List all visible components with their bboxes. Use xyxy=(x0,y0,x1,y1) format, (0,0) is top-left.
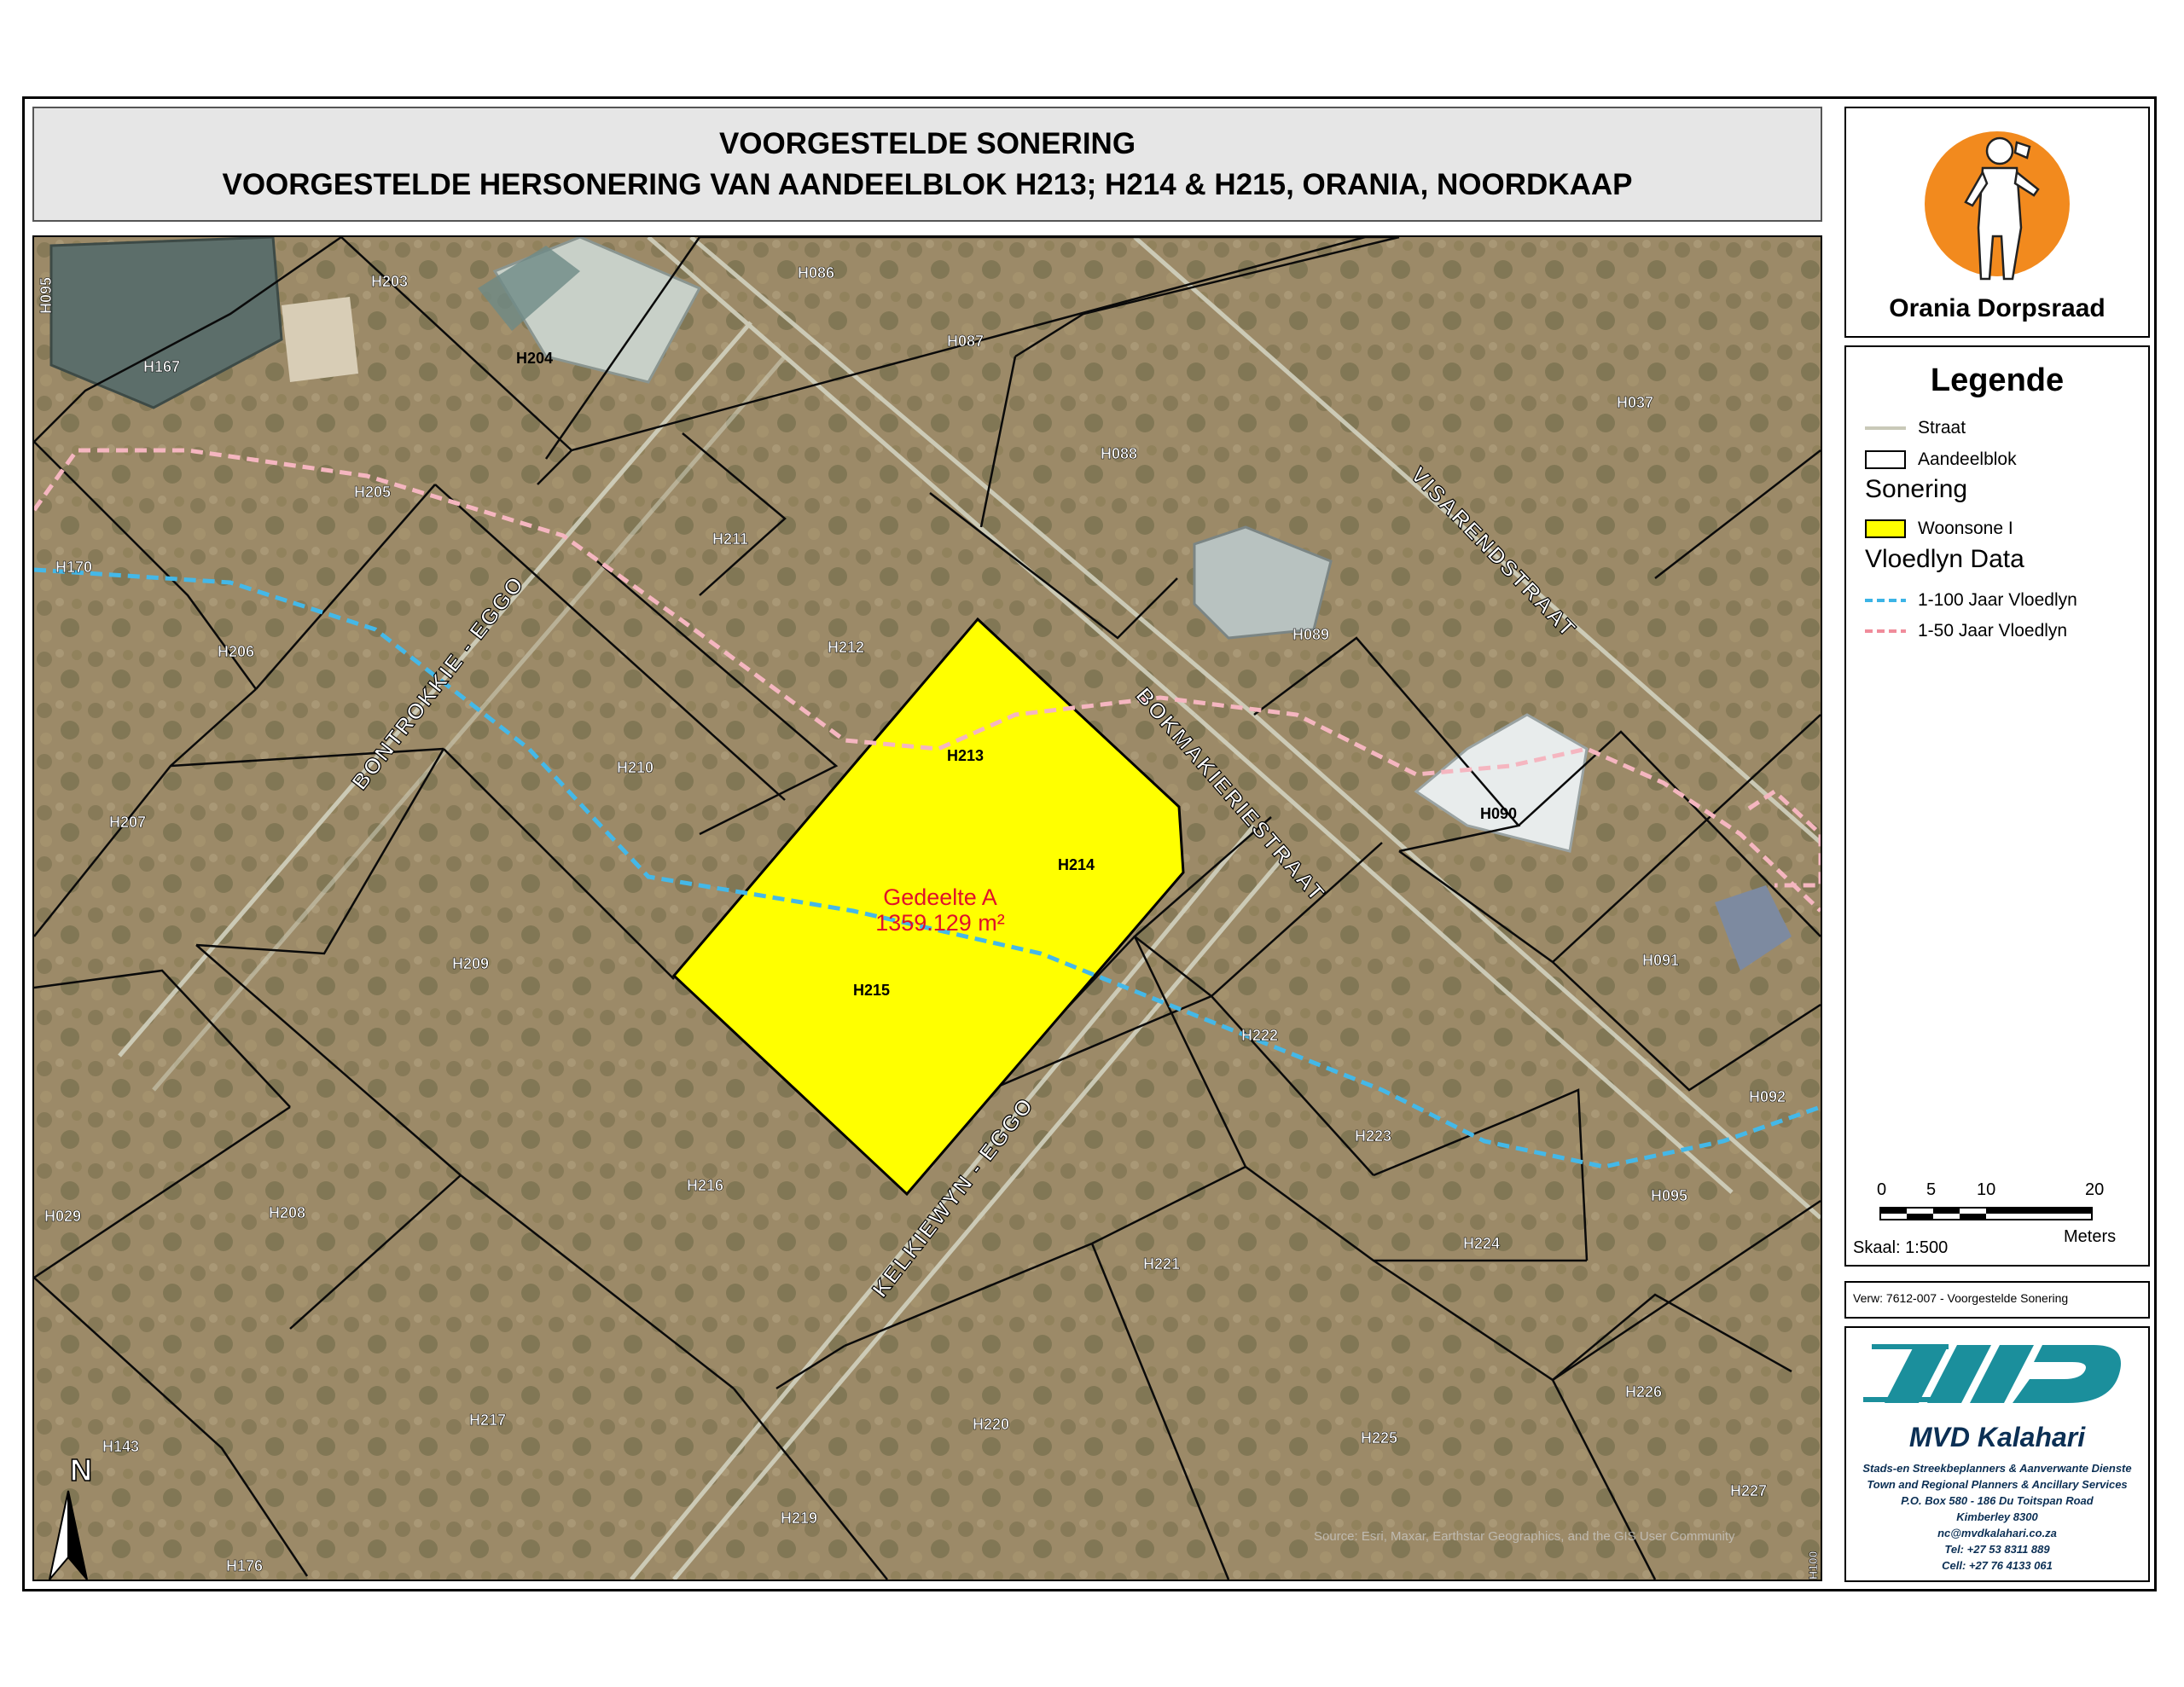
title-box: VOORGESTELDE SONERING VOORGESTELDE HERSO… xyxy=(32,107,1822,222)
company-line: Kimberley 8300 xyxy=(1956,1510,2038,1523)
legend-row-flood-50: 1-50 Jaar Vloedlyn xyxy=(1865,618,2067,644)
company-line: Stads-en Streekbeplanners & Aanverwante … xyxy=(1862,1462,2132,1475)
parcel-label: H206 xyxy=(218,643,254,660)
company-tel: Tel: +27 53 8311 889 xyxy=(1944,1543,2050,1556)
parcel-label: H090 xyxy=(1480,805,1517,822)
legend-flood-100-label: 1-100 Jaar Vloedlyn xyxy=(1918,590,2077,610)
parcel-label: H221 xyxy=(1143,1255,1180,1272)
reference-text: Verw: 7612-007 - Voorgestelde Sonering xyxy=(1853,1291,2069,1305)
parcel-label: H223 xyxy=(1355,1128,1391,1145)
parcel-label: H029 xyxy=(44,1208,81,1225)
scale-tick-5: 5 xyxy=(1926,1180,1937,1199)
parcel-label: H226 xyxy=(1625,1383,1662,1400)
parcel-label: H207 xyxy=(109,814,146,831)
street-swatch xyxy=(1865,419,1906,438)
legend-title: Legende xyxy=(1930,362,2065,398)
orania-logo-caption: Orania Dorpsraad xyxy=(1889,294,2106,322)
parcel-label: H091 xyxy=(1642,952,1679,969)
map-frame[interactable]: H203 H095 H167 H204 H086 H087 H088 H037 … xyxy=(32,235,1822,1581)
parcel-label: H203 xyxy=(371,273,408,290)
parcel-label: H213 xyxy=(947,747,984,764)
parcel-label: H089 xyxy=(1292,626,1329,643)
parcel-label: H088 xyxy=(1101,445,1137,462)
parcel-label: H037 xyxy=(1617,394,1653,411)
zone-swatch xyxy=(1865,519,1906,538)
parcel-label: H209 xyxy=(452,955,489,972)
parcel-label: H217 xyxy=(469,1412,506,1429)
parcel-label: H216 xyxy=(687,1177,723,1194)
north-label: N xyxy=(70,1452,92,1487)
area-value-label: 1359.129 m² xyxy=(875,910,1005,936)
parcel-label: H227 xyxy=(1730,1482,1767,1499)
legend-row-street: Straat xyxy=(1865,415,1966,441)
legend-flood-header: Vloedlyn Data xyxy=(1865,545,2024,573)
legend-row-flood-100: 1-100 Jaar Vloedlyn xyxy=(1865,588,2077,613)
yard-h204 xyxy=(282,297,358,382)
parcel-label: H210 xyxy=(617,759,653,776)
parcel-label: H176 xyxy=(226,1557,263,1574)
parcel-label: H086 xyxy=(798,264,834,281)
mvd-logo-icon xyxy=(1863,1344,2121,1403)
parcel-label: H100 xyxy=(1806,1551,1820,1580)
map-title: VOORGESTELDE SONERING xyxy=(718,126,1136,160)
legend-flood-50-label: 1-50 Jaar Vloedlyn xyxy=(1918,621,2068,641)
parcel-label: H204 xyxy=(516,350,553,367)
scale-tick-10: 10 xyxy=(1977,1180,1996,1199)
scale-tick-0: 0 xyxy=(1877,1180,1887,1199)
reference-box: Verw: 7612-007 - Voorgestelde Sonering xyxy=(1844,1281,2150,1319)
legend-zone-label: Woonsone I xyxy=(1918,519,2013,538)
flood-50-swatch xyxy=(1865,622,1906,641)
company-box: MVD Kalahari Stads-en Streekbeplanners &… xyxy=(1844,1326,2150,1582)
company-line: Town and Regional Planners & Ancillary S… xyxy=(1867,1478,2128,1491)
legend-zoning-header: Sonering xyxy=(1865,475,1968,503)
orania-logo-box: Orania Dorpsraad xyxy=(1844,107,2150,338)
scale-tick-20: 20 xyxy=(2085,1180,2105,1199)
scale-ratio: Skaal: 1:500 xyxy=(1853,1238,1949,1257)
parcel-label: H220 xyxy=(973,1416,1009,1433)
map-canvas[interactable]: H203 H095 H167 H204 H086 H087 H088 H037 … xyxy=(34,237,1821,1580)
parcel-label: H208 xyxy=(269,1204,305,1221)
parcel-label: H170 xyxy=(55,559,92,576)
parcel-label: H092 xyxy=(1749,1088,1786,1105)
parcel-label: H095 xyxy=(1651,1187,1687,1204)
map-subtitle: VOORGESTELDE HERSONERING VAN AANDEELBLOK… xyxy=(222,167,1633,201)
parcel-label: H143 xyxy=(102,1438,139,1455)
company-name: MVD Kalahari xyxy=(1908,1422,2086,1452)
flood-100-swatch xyxy=(1865,591,1906,610)
legend-street-label: Straat xyxy=(1918,418,1966,438)
block-swatch xyxy=(1865,450,1906,469)
company-cell: Cell: +27 76 4133 061 xyxy=(1942,1559,2053,1572)
parcel-label: H087 xyxy=(947,333,984,350)
orania-figure-icon xyxy=(1925,131,2070,281)
parcel-label: H215 xyxy=(853,982,890,999)
scale-unit: Meters xyxy=(2064,1227,2117,1246)
legend-row-zone: Woonsone I xyxy=(1865,516,2013,542)
legend-block-label: Aandeelblok xyxy=(1918,449,2017,469)
legend-box: Legende Straat Aandeelblok Sonering Woon… xyxy=(1844,345,2150,1267)
map-attribution: Source: Esri, Maxar, Earthstar Geographi… xyxy=(1314,1529,1735,1544)
company-email[interactable]: nc@mvdkalahari.co.za xyxy=(1846,1527,2148,1539)
legend-row-block: Aandeelblok xyxy=(1865,447,2017,472)
parcel-label: H225 xyxy=(1361,1429,1397,1446)
parcel-label: H095 xyxy=(38,277,55,314)
parcel-label: H205 xyxy=(354,484,391,501)
company-line: P.O. Box 580 - 186 Du Toitspan Road xyxy=(1901,1494,2094,1507)
parcel-label: H222 xyxy=(1241,1027,1278,1044)
parcel-label: H219 xyxy=(781,1510,817,1527)
area-name-label: Gedeelte A xyxy=(883,884,997,910)
parcel-label: H212 xyxy=(828,639,864,656)
parcel-label: H214 xyxy=(1058,856,1095,873)
parcel-label: H211 xyxy=(712,530,748,548)
parcel-label: H167 xyxy=(143,358,180,375)
parcel-label: H224 xyxy=(1463,1235,1500,1252)
